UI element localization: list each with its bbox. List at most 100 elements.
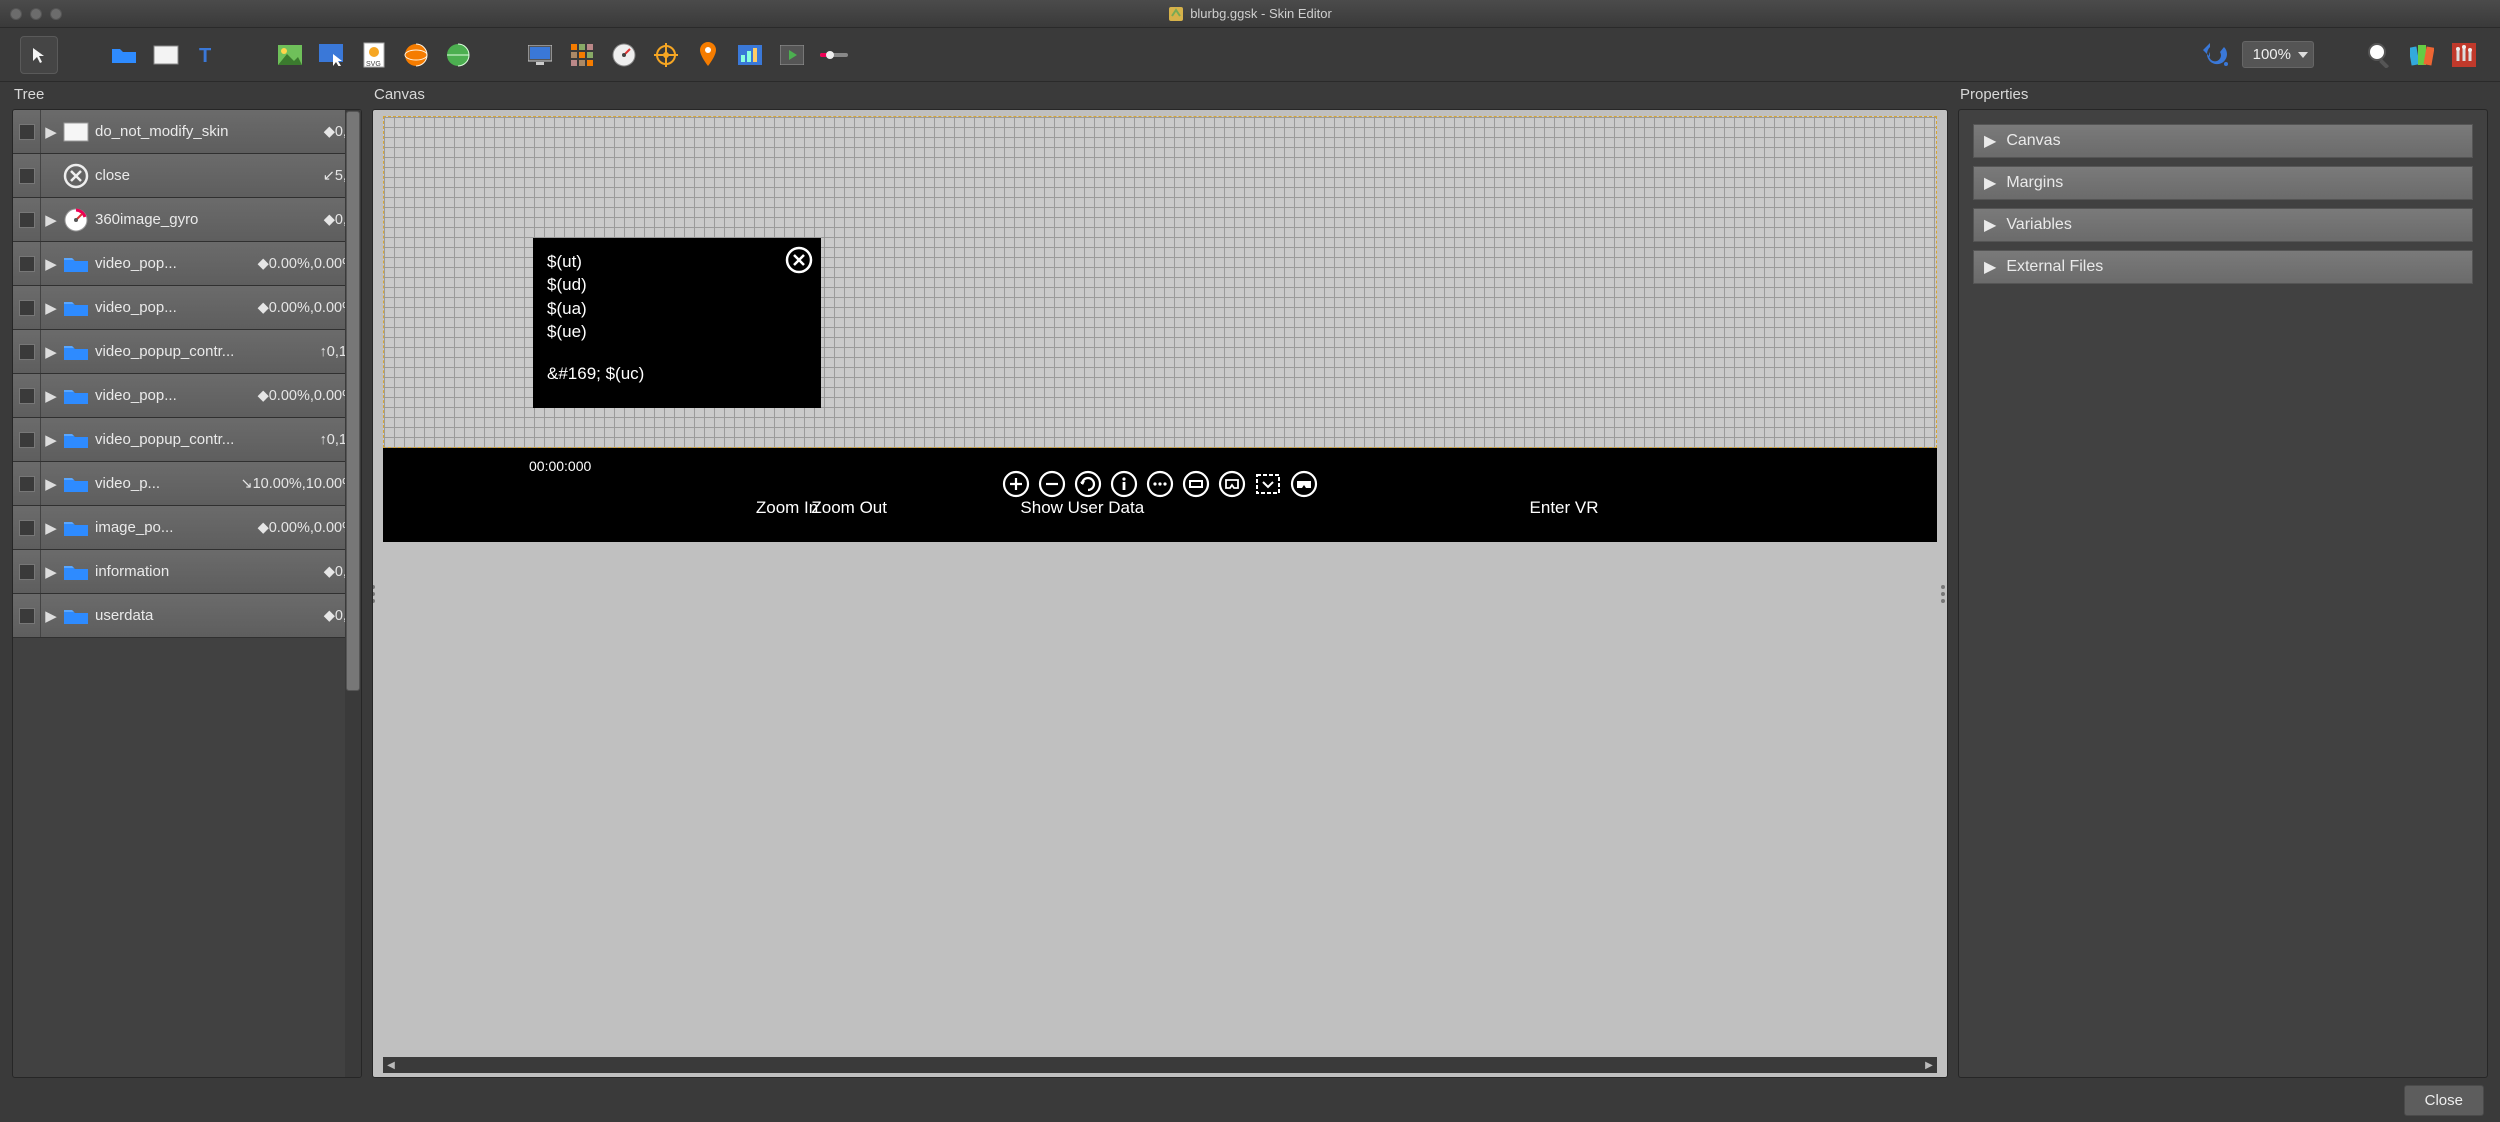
tree-visibility-checkbox[interactable] bbox=[13, 418, 41, 461]
tree-row[interactable]: ▶do_not_modify_skin◆0,0 bbox=[13, 110, 361, 154]
canvas-h-scrollbar[interactable]: ◀ ▶ bbox=[383, 1057, 1937, 1073]
property-group-label: External Files bbox=[2006, 258, 2103, 276]
zoom-out-icon[interactable] bbox=[1038, 470, 1066, 498]
tree-expand-arrow[interactable]: ▶ bbox=[41, 211, 61, 229]
tree-item-icon bbox=[61, 430, 91, 450]
canvas-panel-label: Canvas bbox=[372, 82, 1948, 109]
slider-button[interactable] bbox=[818, 39, 850, 71]
tree-row[interactable]: ▶ image_po...◆0.00%,0.00% bbox=[13, 506, 361, 550]
chart-button[interactable] bbox=[734, 39, 766, 71]
tree-item-coord: ◆0.00%,0.00% bbox=[254, 520, 355, 536]
tree-row[interactable]: ▶video_pop...◆0.00%,0.00% bbox=[13, 374, 361, 418]
zoom-in-icon[interactable] bbox=[1002, 470, 1030, 498]
folder-tool-button[interactable] bbox=[108, 39, 140, 71]
tools-button[interactable] bbox=[2448, 39, 2480, 71]
tree-visibility-checkbox[interactable] bbox=[13, 462, 41, 505]
time-label: 00:00:000 bbox=[529, 458, 591, 474]
pin-button[interactable] bbox=[692, 39, 724, 71]
block-icon[interactable] bbox=[1182, 470, 1210, 498]
swatches-icon bbox=[2410, 43, 2434, 67]
undo-button[interactable] bbox=[2200, 39, 2232, 71]
tree-expand-arrow[interactable]: ▶ bbox=[41, 343, 61, 361]
tree-visibility-checkbox[interactable] bbox=[13, 374, 41, 417]
globe-green-button[interactable] bbox=[442, 39, 474, 71]
cursor-tool-button[interactable] bbox=[20, 36, 58, 74]
screen-button[interactable] bbox=[524, 39, 556, 71]
canvas-controller-bar[interactable]: 00:00:000 Zoom In Zoom Out bbox=[383, 448, 1937, 542]
zoom-tool-button[interactable] bbox=[2364, 39, 2396, 71]
tree-visibility-checkbox[interactable] bbox=[13, 198, 41, 241]
text-tool-button[interactable]: T bbox=[192, 39, 224, 71]
tree-expand-arrow[interactable]: ▶ bbox=[41, 387, 61, 405]
image-cursor-tool-button[interactable] bbox=[316, 39, 348, 71]
info-icon[interactable] bbox=[1110, 470, 1138, 498]
tree-row[interactable]: ▶video_p...↘10.00%,10.00% bbox=[13, 462, 361, 506]
scroll-left-icon[interactable]: ◀ bbox=[383, 1060, 399, 1071]
tree-expand-arrow[interactable]: ▶ bbox=[41, 299, 61, 317]
tree-row[interactable]: ▶360image_gyro◆0,0 bbox=[13, 198, 361, 242]
text-icon: T bbox=[197, 44, 219, 66]
tree-visibility-checkbox[interactable] bbox=[13, 330, 41, 373]
svg-text:T: T bbox=[199, 45, 211, 66]
zoom-select[interactable]: 100% bbox=[2242, 41, 2314, 68]
close-icon[interactable] bbox=[785, 246, 813, 274]
tree-expand-arrow[interactable]: ▶ bbox=[41, 255, 61, 273]
tree-row[interactable]: ▶information◆0,0 bbox=[13, 550, 361, 594]
scrollbar-thumb[interactable] bbox=[346, 111, 360, 691]
vr-icon[interactable] bbox=[1218, 470, 1246, 498]
tree-item-icon bbox=[61, 162, 91, 190]
panel-grip-left[interactable] bbox=[372, 574, 379, 614]
titlebar: blurbg.ggsk - Skin Editor bbox=[0, 0, 2500, 28]
tree-visibility-checkbox[interactable] bbox=[13, 110, 41, 153]
more-icon[interactable] bbox=[1146, 470, 1174, 498]
tree-expand-arrow[interactable]: ▶ bbox=[41, 123, 61, 141]
svg-tool-button[interactable]: SVG bbox=[358, 39, 390, 71]
fullscreen-icon[interactable] bbox=[1254, 470, 1282, 498]
rotate-icon[interactable] bbox=[1074, 470, 1102, 498]
tree-expand-arrow[interactable]: ▶ bbox=[41, 607, 61, 625]
tree-visibility-checkbox[interactable] bbox=[13, 154, 41, 197]
enter-vr-icon[interactable] bbox=[1290, 470, 1318, 498]
user-data-label: Show User Data bbox=[1020, 498, 1144, 518]
scroll-right-icon[interactable]: ▶ bbox=[1921, 1060, 1937, 1071]
tree-visibility-checkbox[interactable] bbox=[13, 286, 41, 329]
grid-button[interactable] bbox=[566, 39, 598, 71]
globe-green-icon bbox=[446, 43, 470, 67]
tree-expand-arrow[interactable]: ▶ bbox=[41, 475, 61, 493]
dial-button[interactable] bbox=[608, 39, 640, 71]
property-group[interactable]: ▶Variables bbox=[1973, 208, 2473, 242]
tree-expand-arrow[interactable]: ▶ bbox=[41, 431, 61, 449]
tree-row[interactable]: close↙5,5 bbox=[13, 154, 361, 198]
tree-item-name: video_pop... bbox=[91, 387, 254, 404]
tree-visibility-checkbox[interactable] bbox=[13, 594, 41, 637]
tree-visibility-checkbox[interactable] bbox=[13, 506, 41, 549]
tree-expand-arrow[interactable]: ▶ bbox=[41, 563, 61, 581]
tree-row[interactable]: ▶video_pop...◆0.00%,0.00% bbox=[13, 242, 361, 286]
play-grid-icon bbox=[780, 45, 804, 65]
canvas-panel[interactable]: $(ut) $(ud) $(ua) $(ue) &#169; $(uc) 00:… bbox=[372, 109, 1948, 1078]
tree-item-name: 360image_gyro bbox=[91, 211, 320, 228]
tree-row[interactable]: ▶userdata◆0,0 bbox=[13, 594, 361, 638]
tree-visibility-checkbox[interactable] bbox=[13, 550, 41, 593]
property-group[interactable]: ▶Canvas bbox=[1973, 124, 2473, 158]
property-group[interactable]: ▶External Files bbox=[1973, 250, 2473, 284]
rect-tool-button[interactable] bbox=[150, 39, 182, 71]
panel-grip-right[interactable] bbox=[1941, 574, 1948, 614]
tree-visibility-checkbox[interactable] bbox=[13, 242, 41, 285]
zoom-value[interactable]: 100% bbox=[2242, 41, 2314, 68]
canvas-userdata-popup[interactable]: $(ut) $(ud) $(ua) $(ue) &#169; $(uc) bbox=[533, 238, 821, 408]
tree-row[interactable]: ▶video_pop...◆0.00%,0.00% bbox=[13, 286, 361, 330]
swatches-button[interactable] bbox=[2406, 39, 2438, 71]
tree-row[interactable]: ▶video_popup_contr...↑0,10 bbox=[13, 330, 361, 374]
image-tool-button[interactable] bbox=[274, 39, 306, 71]
globe-orange-button[interactable] bbox=[400, 39, 432, 71]
property-group[interactable]: ▶Margins bbox=[1973, 166, 2473, 200]
chevron-right-icon: ▶ bbox=[1984, 131, 1996, 151]
play-grid-button[interactable] bbox=[776, 39, 808, 71]
tree-row[interactable]: ▶video_popup_contr...↑0,10 bbox=[13, 418, 361, 462]
close-button[interactable]: Close bbox=[2404, 1085, 2484, 1116]
tree-scrollbar[interactable] bbox=[345, 110, 361, 1077]
tree-item-name: image_po... bbox=[91, 519, 254, 536]
tree-expand-arrow[interactable]: ▶ bbox=[41, 519, 61, 537]
target-button[interactable] bbox=[650, 39, 682, 71]
